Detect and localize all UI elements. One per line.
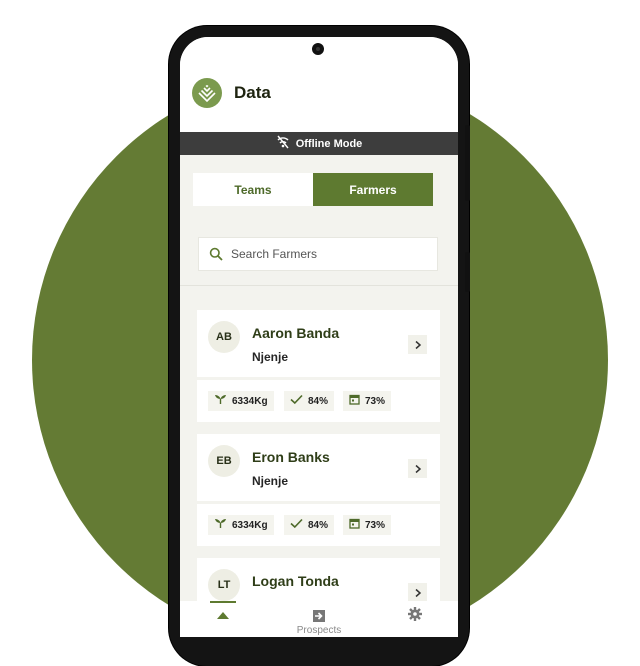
farmer-name: Aaron Banda bbox=[252, 325, 340, 341]
search-placeholder: Search Farmers bbox=[231, 247, 318, 261]
app-screen: Data Offline Mode Teams Farmers Search F… bbox=[180, 37, 458, 637]
farmer-stats: 6334Kg 84% 73% bbox=[197, 504, 440, 546]
check-stat: 84% bbox=[284, 515, 335, 535]
farmer-location: Njenje bbox=[252, 474, 289, 488]
nav-prospects-label: Prospects bbox=[296, 625, 342, 636]
farmer-location: Njenje bbox=[252, 350, 289, 364]
offline-mode-label: Offline Mode bbox=[295, 137, 363, 150]
chevron-right-icon[interactable] bbox=[408, 583, 427, 602]
checkmark-icon bbox=[290, 394, 303, 408]
farmer-card-header[interactable]: AB Aaron Banda Njenje bbox=[197, 310, 440, 377]
yield-stat: 6334Kg bbox=[208, 515, 274, 535]
farmer-name: Logan Tonda bbox=[252, 573, 339, 589]
offline-mode-bar: Offline Mode bbox=[180, 132, 458, 155]
yield-value: 6334Kg bbox=[232, 395, 268, 407]
page-title: Data bbox=[234, 83, 271, 102]
calendar-stat: 73% bbox=[343, 391, 392, 411]
avatar: AB bbox=[208, 321, 240, 353]
app-logo-icon bbox=[192, 78, 222, 108]
check-value: 84% bbox=[308, 519, 329, 531]
avatar: LT bbox=[208, 569, 240, 601]
sprout-icon bbox=[214, 394, 227, 408]
check-value: 84% bbox=[308, 395, 329, 407]
yield-stat: 6334Kg bbox=[208, 391, 274, 411]
nav-active-indicator bbox=[210, 601, 236, 603]
phone-side-button-lower bbox=[465, 252, 470, 292]
bottom-navigation: Prospects bbox=[180, 601, 458, 637]
tab-teams[interactable]: Teams bbox=[193, 173, 313, 206]
search-icon bbox=[209, 247, 223, 261]
nav-settings[interactable] bbox=[375, 601, 455, 637]
nav-prospects[interactable]: Prospects bbox=[279, 601, 359, 637]
yield-value: 6334Kg bbox=[232, 519, 268, 531]
calendar-value: 73% bbox=[365, 395, 386, 407]
sprout-icon bbox=[214, 518, 227, 532]
calendar-stat: 73% bbox=[343, 515, 392, 535]
search-farmers-input[interactable]: Search Farmers bbox=[198, 237, 438, 271]
calendar-value: 73% bbox=[365, 519, 386, 531]
chevron-right-icon[interactable] bbox=[408, 335, 427, 354]
nav-home[interactable] bbox=[183, 601, 263, 637]
front-camera bbox=[312, 43, 324, 55]
offline-icon bbox=[276, 135, 290, 152]
farmer-stats: 6334Kg 84% 73% bbox=[197, 380, 440, 422]
tab-bar: Teams Farmers bbox=[193, 173, 433, 206]
tab-farmers[interactable]: Farmers bbox=[313, 173, 433, 206]
check-stat: 84% bbox=[284, 391, 335, 411]
calendar-icon bbox=[349, 394, 360, 408]
chevron-right-icon[interactable] bbox=[408, 459, 427, 478]
avatar: EB bbox=[208, 445, 240, 477]
farmer-card-header[interactable]: EB Eron Banks Njenje bbox=[197, 434, 440, 501]
checkmark-icon bbox=[290, 518, 303, 532]
calendar-icon bbox=[349, 518, 360, 532]
farmer-name: Eron Banks bbox=[252, 449, 330, 465]
phone-side-button-upper bbox=[465, 125, 470, 201]
section-divider bbox=[180, 285, 458, 286]
home-icon bbox=[216, 607, 230, 625]
gear-icon bbox=[407, 606, 423, 627]
